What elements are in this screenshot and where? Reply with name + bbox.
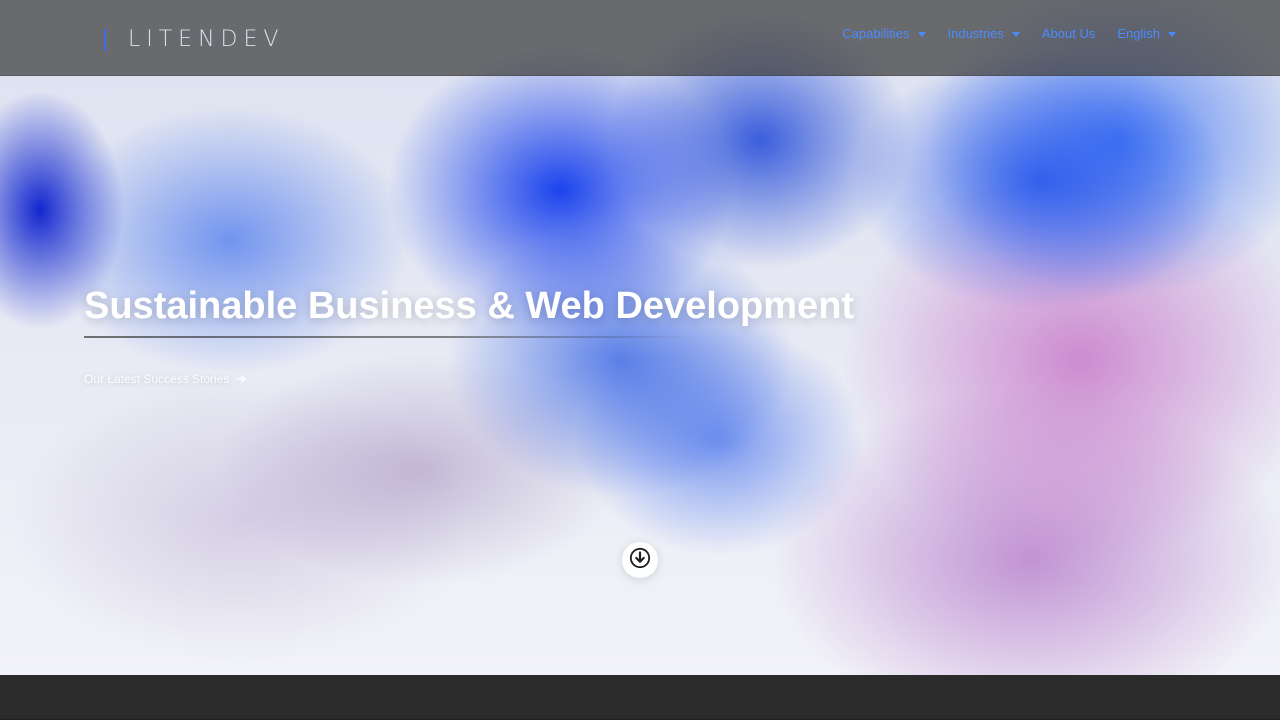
hero-section: LITENDEV Capabilities Industries About U… [0, 0, 1280, 675]
nav-item-label: Industries [947, 26, 1004, 41]
logo-mark-icon [104, 29, 118, 51]
hero-title: Sustainable Business & Web Development [84, 285, 855, 327]
logo-text: LITENDEV [128, 26, 285, 52]
nav-item-label: About Us [1041, 26, 1096, 41]
nav-item-label: Capabilities [842, 26, 910, 41]
latest-success-stories-link[interactable]: Our Latest Success Stories [84, 372, 247, 386]
scroll-down-button[interactable] [622, 542, 658, 578]
chevron-down-icon [1011, 32, 1020, 37]
nav-item-industries[interactable]: Industries [948, 26, 1020, 41]
language-selector[interactable]: English [1117, 26, 1176, 41]
cta-label: Our Latest Success Stories [84, 372, 230, 386]
chevron-down-icon [917, 32, 926, 37]
arrow-right-icon [235, 373, 247, 385]
nav-item-about-us[interactable]: About Us [1042, 26, 1095, 41]
top-navbar: LITENDEV Capabilities Industries About U… [0, 0, 1280, 76]
primary-nav: Capabilities Industries About Us English [842, 26, 1176, 41]
site-logo[interactable]: LITENDEV [104, 24, 284, 54]
chevron-down-icon [1168, 32, 1176, 37]
nav-item-capabilities[interactable]: Capabilities [842, 26, 926, 41]
arrow-down-circle-icon [629, 547, 651, 573]
hero-divider [84, 336, 694, 338]
bottom-bar [0, 675, 1280, 720]
language-label: English [1117, 26, 1160, 41]
